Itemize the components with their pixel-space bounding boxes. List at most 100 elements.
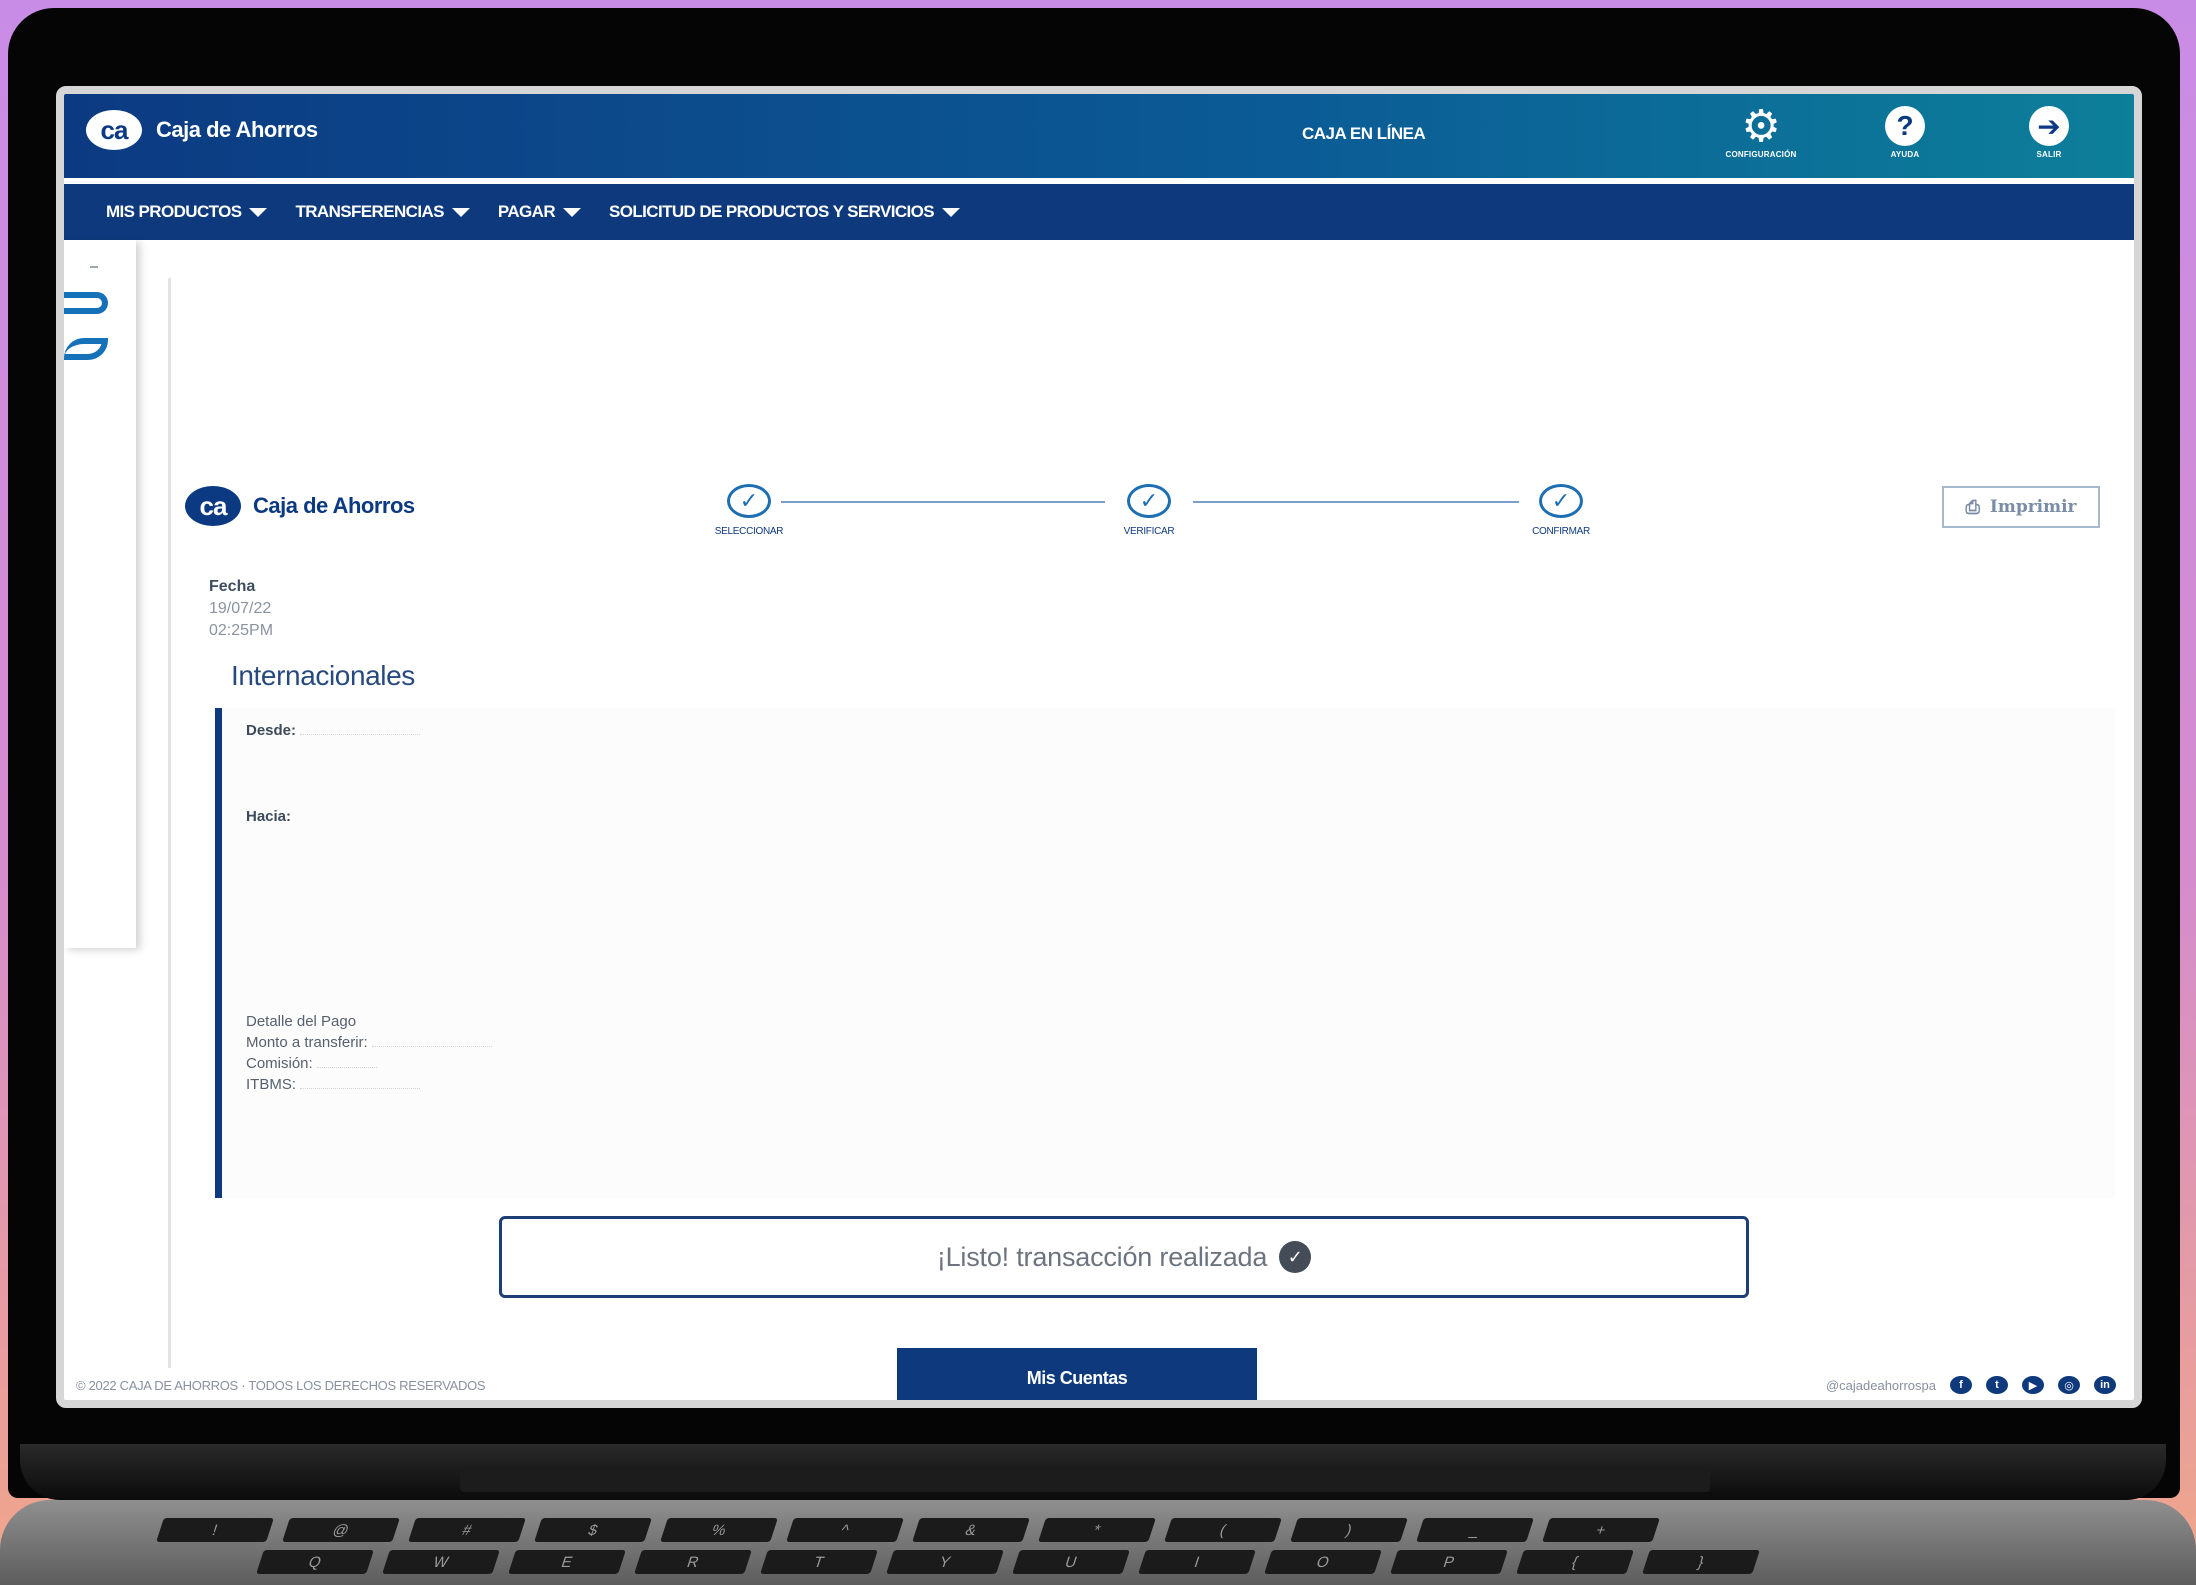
keyboard-key: O: [1264, 1550, 1382, 1574]
stepper-connector: [781, 501, 1105, 503]
keyboard-key: }: [1642, 1550, 1760, 1574]
step-label: VERIFICAR: [1123, 526, 1175, 537]
from-field: Desde:: [246, 722, 421, 739]
to-field: Hacia:: [246, 808, 291, 825]
caret-down-icon: [563, 207, 581, 217]
commission-label: Comisión:: [246, 1055, 313, 1072]
facebook-icon[interactable]: f: [1950, 1376, 1972, 1394]
receipt-brand: ca Caja de Ahorros: [185, 486, 415, 526]
payment-detail-label: Detalle del Pago: [246, 1013, 357, 1030]
check-icon: ✓: [1539, 484, 1583, 518]
twitter-icon[interactable]: t: [1986, 1376, 2008, 1394]
header-actions: ⚙ CONFIGURACIÓN ? AYUDA ➔ SALIR: [1716, 101, 2094, 160]
linkedin-icon[interactable]: in: [2094, 1376, 2116, 1394]
browser-screen: ca Caja de Ahorros CAJA EN LÍNEA ⚙ CONFI…: [56, 86, 2142, 1408]
header-brand[interactable]: ca Caja de Ahorros: [86, 110, 318, 150]
keyboard-key: I: [1138, 1550, 1256, 1574]
settings-button[interactable]: ⚙ CONFIGURACIÓN: [1716, 101, 1806, 160]
keyboard-key: @: [282, 1518, 400, 1542]
transfer-detail-card: Desde: Hacia: Detalle del Pago Monto a t…: [215, 708, 2115, 1198]
social-links: @cajadeahorrospa f t ▶ ◎ in: [1826, 1376, 2116, 1394]
keyboard-key: U: [1012, 1550, 1130, 1574]
keyboard-key: &: [912, 1518, 1030, 1542]
side-panel-graphic: [64, 292, 108, 314]
keyboard-key: *: [1038, 1518, 1156, 1542]
help-icon: ?: [1885, 106, 1925, 146]
youtube-icon[interactable]: ▶: [2022, 1376, 2044, 1394]
check-icon: ✓: [1127, 484, 1171, 518]
key-row: ! @ # $ % ^ & * ( ) _ +: [156, 1518, 1660, 1542]
section-title: Internacionales: [231, 660, 415, 691]
bank-logo-icon: ca: [86, 110, 142, 150]
nav-transferencias[interactable]: TRANSFERENCIAS: [295, 202, 470, 222]
instagram-icon[interactable]: ◎: [2058, 1376, 2080, 1394]
step-label: CONFIRMAR: [1532, 526, 1590, 537]
keyboard-key: T: [760, 1550, 878, 1574]
step-label: SELECCIONAR: [714, 526, 784, 537]
bank-logo-icon: ca: [185, 486, 241, 526]
gear-icon: ⚙: [1741, 101, 1781, 151]
progress-stepper: ✓ SELECCIONAR ✓ VERIFICAR ✓ CONFIRMAR: [715, 484, 1699, 544]
nav-solicitud[interactable]: SOLICITUD DE PRODUCTOS Y SERVICIOS: [609, 202, 961, 222]
itbms-value-redacted: [300, 1088, 421, 1089]
keyboard-key: P: [1390, 1550, 1508, 1574]
page-footer: © 2022 CAJA DE AHORROS · TODOS LOS DEREC…: [64, 1370, 2134, 1400]
keyboard-key: Y: [886, 1550, 1004, 1574]
commission-field: Comisión:: [246, 1055, 377, 1072]
caret-down-icon: [249, 207, 268, 217]
keyboard-key: %: [660, 1518, 778, 1542]
keyboard-key: _: [1416, 1518, 1534, 1542]
help-caption: AYUDA: [1890, 150, 1920, 159]
keyboard-key: +: [1542, 1518, 1660, 1542]
collapse-handle-icon[interactable]: [90, 266, 98, 268]
keyboard-key: !: [156, 1518, 274, 1542]
check-icon: ✓: [727, 484, 771, 518]
receipt-content: ca Caja de Ahorros ✓ SELECCIONAR ✓ VERIF…: [168, 278, 2134, 1400]
from-label: Desde:: [246, 722, 297, 739]
keyboard-key: $: [534, 1518, 652, 1542]
key-row: Q W E R T Y U I O P { }: [256, 1550, 1760, 1574]
amount-field: Monto a transferir:: [246, 1034, 492, 1051]
copyright-text: © 2022 CAJA DE AHORROS · TODOS LOS DEREC…: [76, 1377, 486, 1393]
caret-down-icon: [451, 207, 470, 217]
receipt-brand-name: Caja de Ahorros: [253, 493, 415, 518]
app-header: ca Caja de Ahorros CAJA EN LÍNEA ⚙ CONFI…: [64, 94, 2134, 178]
success-message: ¡Listo! transacción realizada ✓: [499, 1216, 1749, 1298]
nav-pagar[interactable]: PAGAR: [498, 202, 581, 222]
logout-icon: ➔: [2029, 106, 2069, 146]
caret-down-icon: [942, 207, 961, 217]
date-value: 19/07/22: [209, 600, 272, 617]
print-button[interactable]: ⎙ Imprimir: [1942, 486, 2100, 528]
keyboard-key: Q: [256, 1550, 374, 1574]
to-label: Hacia:: [246, 808, 292, 825]
step-verificar: ✓ VERIFICAR: [1089, 484, 1209, 537]
amount-value-redacted: [371, 1046, 492, 1047]
laptop-keyboard: ! @ # $ % ^ & * ( ) _ + Q W E R T Y U I …: [0, 1500, 2196, 1585]
header-title: CAJA EN LÍNEA: [1302, 124, 1426, 143]
keyboard-key: #: [408, 1518, 526, 1542]
help-button[interactable]: ? AYUDA: [1860, 106, 1950, 159]
stepper-connector: [1193, 501, 1519, 503]
logout-caption: SALIR: [2036, 150, 2062, 159]
collapsed-side-panel[interactable]: [64, 240, 136, 948]
logout-button[interactable]: ➔ SALIR: [2004, 106, 2094, 159]
printer-icon: ⎙: [1965, 496, 1980, 518]
social-handle[interactable]: @cajadeahorrospa: [1826, 1378, 1936, 1393]
commission-value-redacted: [316, 1067, 377, 1068]
from-value-redacted: [300, 734, 421, 735]
itbms-field: ITBMS:: [246, 1076, 421, 1093]
time-value: 02:25PM: [209, 622, 274, 639]
date-block: Fecha 19/07/22 02:25PM: [209, 576, 273, 642]
nav-label: MIS PRODUCTOS: [106, 202, 242, 221]
settings-caption: CONFIGURACIÓN: [1725, 150, 1797, 159]
keyboard-key: E: [508, 1550, 626, 1574]
date-label: Fecha: [209, 578, 256, 595]
laptop-bezel: ca Caja de Ahorros CAJA EN LÍNEA ⚙ CONFI…: [8, 8, 2180, 1498]
step-confirmar: ✓ CONFIRMAR: [1501, 484, 1621, 537]
side-panel-graphic: [64, 338, 108, 360]
itbms-label: ITBMS:: [246, 1076, 297, 1093]
keyboard-key: (: [1164, 1518, 1282, 1542]
nav-mis-productos[interactable]: MIS PRODUCTOS: [106, 202, 268, 222]
laptop-hinge-strip: [460, 1466, 1710, 1492]
keyboard-key: R: [634, 1550, 752, 1574]
